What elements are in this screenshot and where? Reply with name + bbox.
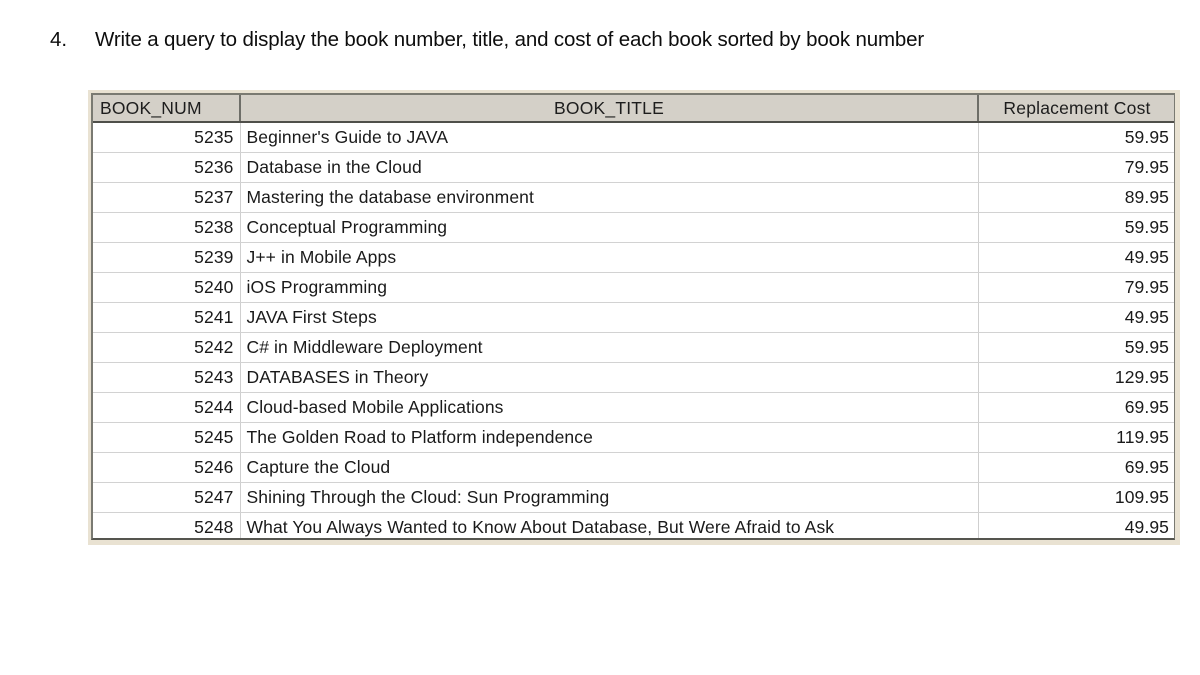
table-row[interactable]: 5237 Mastering the database environment 89… (93, 182, 1174, 213)
cell-replacement-cost: 69.95 (978, 392, 1174, 423)
cell-book-num: 5240 (93, 272, 241, 303)
cell-book-title: Database in the Cloud (240, 152, 979, 183)
cell-book-num: 5245 (93, 422, 241, 453)
cell-book-title: DATABASES in Theory (240, 362, 979, 393)
cell-replacement-cost: 79.95 (978, 272, 1174, 303)
table-row[interactable]: 5243 DATABASES in Theory 129.95 (93, 362, 1174, 393)
cell-book-num: 5235 (93, 122, 241, 153)
cell-book-num: 5248 (93, 512, 241, 538)
cell-book-num: 5237 (93, 182, 241, 213)
cell-book-title: Shining Through the Cloud: Sun Programmi… (240, 482, 979, 513)
cell-book-num: 5246 (93, 452, 241, 483)
question-block: 4. Write a query to display the book num… (50, 27, 1160, 53)
cell-book-num: 5241 (93, 302, 241, 333)
table-row[interactable]: 5241 JAVA First Steps 49.95 (93, 302, 1174, 333)
cell-replacement-cost: 69.95 (978, 452, 1174, 483)
table-row[interactable]: 5239 J++ in Mobile Apps 49.95 (93, 242, 1174, 273)
cell-book-title: JAVA First Steps (240, 302, 979, 333)
table-row[interactable]: 5235 Beginner's Guide to JAVA 59.95 (93, 122, 1174, 153)
cell-replacement-cost: 79.95 (978, 152, 1174, 183)
cell-book-num: 5244 (93, 392, 241, 423)
table-header: BOOK_NUM BOOK_TITLE Replacement Cost (93, 95, 1174, 123)
cell-book-title: Capture the Cloud (240, 452, 979, 483)
table-row[interactable]: 5246 Capture the Cloud 69.95 (93, 452, 1174, 483)
column-header-book-num[interactable]: BOOK_NUM (93, 95, 241, 123)
cell-book-title: Cloud-based Mobile Applications (240, 392, 979, 423)
table-row[interactable]: 5236 Database in the Cloud 79.95 (93, 152, 1174, 183)
cell-book-title: iOS Programming (240, 272, 979, 303)
cell-book-num: 5247 (93, 482, 241, 513)
cell-book-num: 5243 (93, 362, 241, 393)
cell-replacement-cost: 59.95 (978, 122, 1174, 153)
cell-replacement-cost: 89.95 (978, 182, 1174, 213)
column-header-book-title[interactable]: BOOK_TITLE (240, 95, 979, 123)
cell-book-title: Beginner's Guide to JAVA (240, 122, 979, 153)
table-row[interactable]: 5242 C# in Middleware Deployment 59.95 (93, 332, 1174, 363)
cell-book-title: Conceptual Programming (240, 212, 979, 243)
table-row[interactable]: 5238 Conceptual Programming 59.95 (93, 212, 1174, 243)
question-number: 4. (50, 28, 68, 51)
cell-book-title: The Golden Road to Platform independence (240, 422, 979, 453)
cell-book-num: 5238 (93, 212, 241, 243)
cell-replacement-cost: 109.95 (978, 482, 1174, 513)
cell-replacement-cost: 49.95 (978, 512, 1174, 538)
header-row: BOOK_NUM BOOK_TITLE Replacement Cost (93, 95, 1174, 123)
cell-book-num: 5242 (93, 332, 241, 363)
cell-replacement-cost: 129.95 (978, 362, 1174, 393)
cell-replacement-cost: 49.95 (978, 242, 1174, 273)
table-row[interactable]: 5240 iOS Programming 79.95 (93, 272, 1174, 303)
result-grid-frame: BOOK_NUM BOOK_TITLE Replacement Cost 523… (88, 90, 1180, 545)
table-row[interactable]: 5245 The Golden Road to Platform independ… (93, 422, 1174, 453)
column-header-replacement-cost[interactable]: Replacement Cost (978, 95, 1174, 123)
cell-book-title: J++ in Mobile Apps (240, 242, 979, 273)
cell-replacement-cost: 119.95 (978, 422, 1174, 453)
cell-book-title: C# in Middleware Deployment (240, 332, 979, 363)
question-text: Write a query to display the book number… (95, 28, 925, 51)
cell-replacement-cost: 49.95 (978, 302, 1174, 333)
table-row[interactable]: 5244 Cloud-based Mobile Applications 69.95 (93, 392, 1174, 423)
cell-replacement-cost: 59.95 (978, 332, 1174, 363)
table-body: 5235 Beginner's Guide to JAVA 59.95 5236 Dat… (93, 122, 1174, 538)
result-grid-container: BOOK_NUM BOOK_TITLE Replacement Cost 523… (91, 93, 1175, 540)
cell-book-num: 5236 (93, 152, 241, 183)
cell-book-title: What You Always Wanted to Know About Dat… (240, 512, 979, 538)
book-results-table: BOOK_NUM BOOK_TITLE Replacement Cost 523… (93, 95, 1174, 538)
table-row[interactable]: 5247 Shining Through the Cloud: Sun Progr… (93, 482, 1174, 513)
cell-book-title: Mastering the database environment (240, 182, 979, 213)
table-row[interactable]: 5248 What You Always Wanted to Know About… (93, 512, 1174, 538)
cell-book-num: 5239 (93, 242, 241, 273)
cell-replacement-cost: 59.95 (978, 212, 1174, 243)
